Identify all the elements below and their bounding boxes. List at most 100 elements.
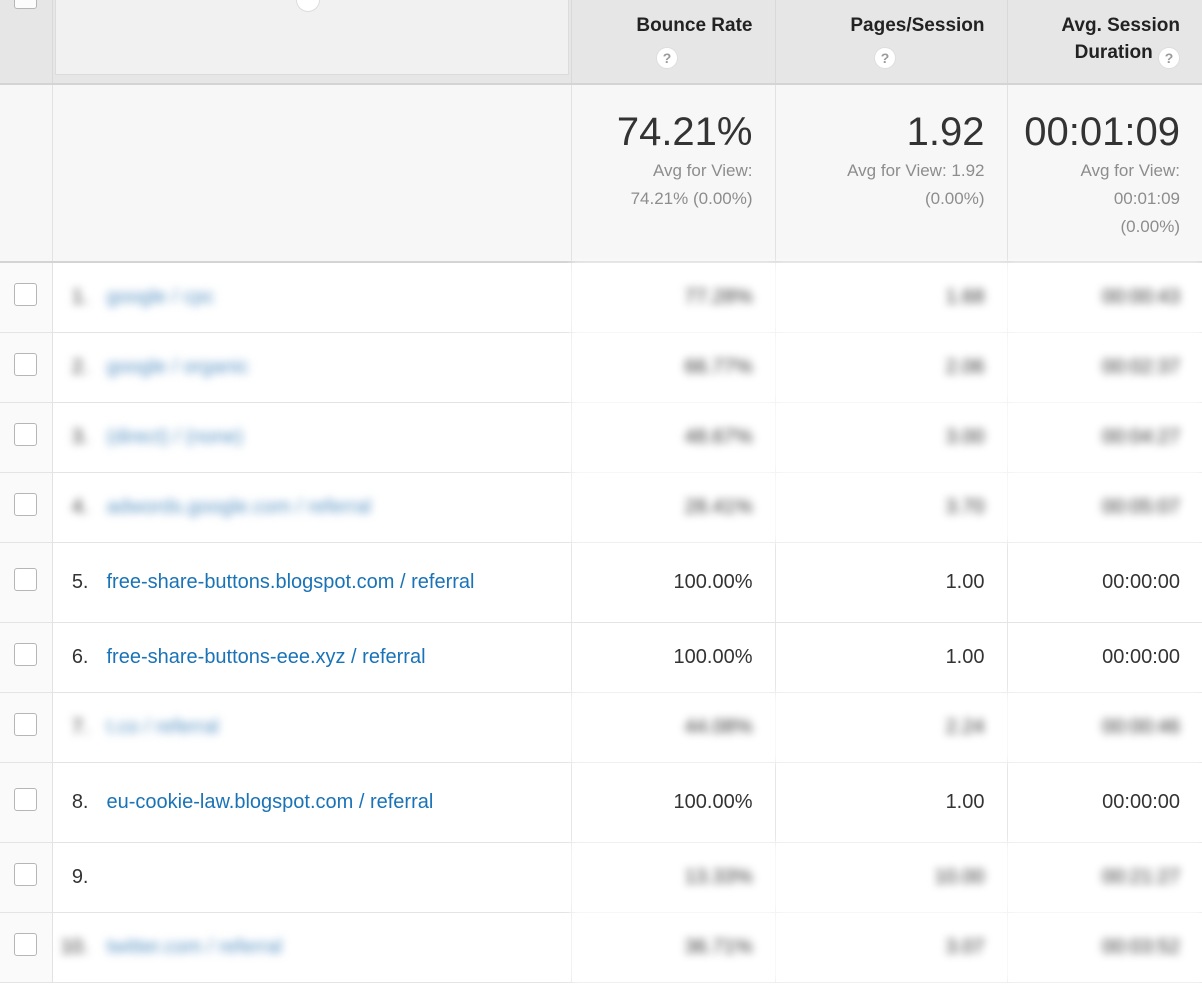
row-bounce-rate: 77.28% [571,262,776,333]
table-row[interactable]: 2. google / organic 66.77% 2.06 00:02:37 [0,332,1202,403]
summary-bounce-rate-value: 74.21% [616,110,753,154]
summary-bounce-rate-sub1: Avg for View: [652,161,753,180]
summary-pages-session: 1.92 Avg for View: 1.92 (0.00%) [775,84,1008,263]
row-bounce-rate: 100.00% [571,542,776,623]
summary-avg-session-duration: 00:01:09 Avg for View: 00:01:09 (0.00%) [1007,84,1202,263]
row-checkbox[interactable] [14,863,38,886]
table-row[interactable]: 6. free-share-buttons-eee.xyz / referral 1… [0,622,1202,693]
row-pages-session: 1.68 [775,262,1008,333]
summary-row: 74.21% Avg for View: 74.21% (0.00%) 1.92… [0,84,1202,263]
row-bounce-rate: 28.41% [571,472,776,543]
row-avg-session-duration: 00:00:00 [1007,762,1202,843]
table-row[interactable]: 4. adwords.google.com / referral 28.41% 3.7… [0,472,1202,543]
row-dimension-cell: 3. (direct) / (none) [52,402,572,473]
row-pages-session: 2.24 [775,692,1008,763]
row-checkbox-cell [0,332,53,403]
row-checkbox[interactable] [14,283,38,307]
avg-session-duration-help-icon[interactable]: ? [1158,47,1180,69]
row-dimension-link[interactable]: adwords.google.com / referral [107,493,559,522]
row-checkbox-cell [0,472,53,543]
row-pages-session: 3.70 [775,472,1008,543]
row-dimension-cell: 2. google / organic [52,332,572,403]
row-dimension-cell: 8. eu-cookie-law.blogspot.com / referral [52,762,572,843]
row-dimension-link[interactable]: google / organic [107,353,559,382]
summary-avg-session-duration-sub1: Avg for View: [1080,161,1180,180]
row-index: 5. [71,570,89,593]
bounce-rate-help-icon[interactable]: ? [656,47,678,69]
row-dimension-cell: 7. t.co / referral [52,692,572,763]
row-avg-session-duration: 00:05:07 [1007,472,1202,543]
row-avg-session-duration: 00:04:27 [1007,402,1202,473]
row-index: 10. [60,935,89,958]
row-dimension-link[interactable]: t.co / referral [107,713,559,742]
row-checkbox[interactable] [14,643,38,666]
table-row[interactable]: 10. twitter.com / referral 36.71% 3.07 00:03… [0,912,1202,983]
dimension-header [52,0,572,85]
bounce-rate-help-row: ? [582,39,753,69]
row-pages-session: 10.00 [775,842,1008,913]
row-index: 7. [71,715,89,738]
row-dimension-cell: 10. twitter.com / referral [52,912,572,983]
row-pages-session: 2.06 [775,332,1008,403]
row-checkbox[interactable] [14,423,38,446]
pages-session-help-icon[interactable]: ? [874,47,896,69]
row-checkbox[interactable] [14,713,38,736]
pages-session-help-row: ? [786,39,985,69]
row-dimension-link[interactable]: (direct) / (none) [107,423,559,452]
column-header-bounce-rate[interactable]: Bounce Rate ? [571,0,776,85]
select-all-header [0,0,53,85]
row-index: 3. [71,425,89,448]
row-dimension-link[interactable]: free-share-buttons-eee.xyz / referral [107,643,559,672]
summary-dimension-cell [52,84,572,263]
row-avg-session-duration: 00:00:43 [1007,262,1202,333]
table-row[interactable]: 7. t.co / referral 44.08% 2.24 00:00:46 [0,692,1202,763]
table-row[interactable]: 5. free-share-buttons.blogspot.com / refe… [0,542,1202,623]
row-checkbox-cell [0,262,53,333]
summary-bounce-rate: 74.21% Avg for View: 74.21% (0.00%) [571,84,776,263]
row-checkbox[interactable] [14,933,38,956]
table-row[interactable]: 9. 13.33% 10.00 00:21:27 [0,842,1202,913]
row-avg-session-duration: 00:02:37 [1007,332,1202,403]
table-row[interactable]: 1. google / cpc 77.28% 1.68 00:00:43 [0,262,1202,333]
row-checkbox[interactable] [14,568,38,591]
row-dimension-link[interactable]: twitter.com / referral [107,933,559,962]
summary-avg-session-duration-sub2: 00:01:09 [1113,189,1180,208]
row-dimension-link[interactable]: free-share-buttons.blogspot.com / referr… [107,568,559,597]
row-pages-session: 1.00 [775,762,1008,843]
summary-avg-session-duration-value: 00:01:09 [1024,110,1180,154]
column-header-avg-session-duration-line1: Avg. Session [1061,15,1180,36]
table-row[interactable]: 3. (direct) / (none) 48.67% 3.00 00:04:27 [0,402,1202,473]
summary-bounce-rate-sub2: 74.21% (0.00%) [630,189,753,208]
row-dimension-cell: 6. free-share-buttons-eee.xyz / referral [52,622,572,693]
avg-session-duration-label-text: Duration [1074,42,1153,63]
analytics-report-table: Bounce Rate ? Pages/Session ? Avg. Sessi… [0,0,1202,983]
row-bounce-rate: 44.08% [571,692,776,763]
row-bounce-rate: 100.00% [571,622,776,693]
row-dimension-cell: 4. adwords.google.com / referral [52,472,572,543]
row-dimension-link[interactable]: google / cpc [107,283,559,312]
row-avg-session-duration: 00:00:00 [1007,622,1202,693]
row-checkbox[interactable] [14,493,38,516]
row-avg-session-duration: 00:00:46 [1007,692,1202,763]
row-pages-session: 3.07 [775,912,1008,983]
row-pages-session: 1.00 [775,622,1008,693]
row-checkbox-cell [0,912,53,983]
row-bounce-rate: 13.33% [571,842,776,913]
row-index: 6. [71,645,89,668]
summary-checkbox-cell [0,84,53,263]
row-bounce-rate: 66.77% [571,332,776,403]
select-all-checkbox[interactable] [14,0,37,9]
table-body: 1. google / cpc 77.28% 1.68 00:00:43 2. google… [0,262,1202,983]
summary-pages-session-sub2: (0.00%) [924,189,985,208]
column-header-pages-session[interactable]: Pages/Session ? [775,0,1008,85]
row-dimension-link[interactable]: eu-cookie-law.blogspot.com / referral [107,788,559,817]
row-checkbox[interactable] [14,788,38,811]
row-avg-session-duration: 00:00:00 [1007,542,1202,623]
column-header-bounce-rate-label: Bounce Rate [636,15,753,36]
table-row[interactable]: 8. eu-cookie-law.blogspot.com / referral 1… [0,762,1202,843]
row-checkbox[interactable] [14,353,38,376]
column-header-avg-session-duration[interactable]: Avg. Session Duration ? [1007,0,1202,85]
row-dimension-cell: 5. free-share-buttons.blogspot.com / refe… [52,542,572,623]
row-checkbox-cell [0,692,53,763]
row-index: 8. [71,790,89,813]
